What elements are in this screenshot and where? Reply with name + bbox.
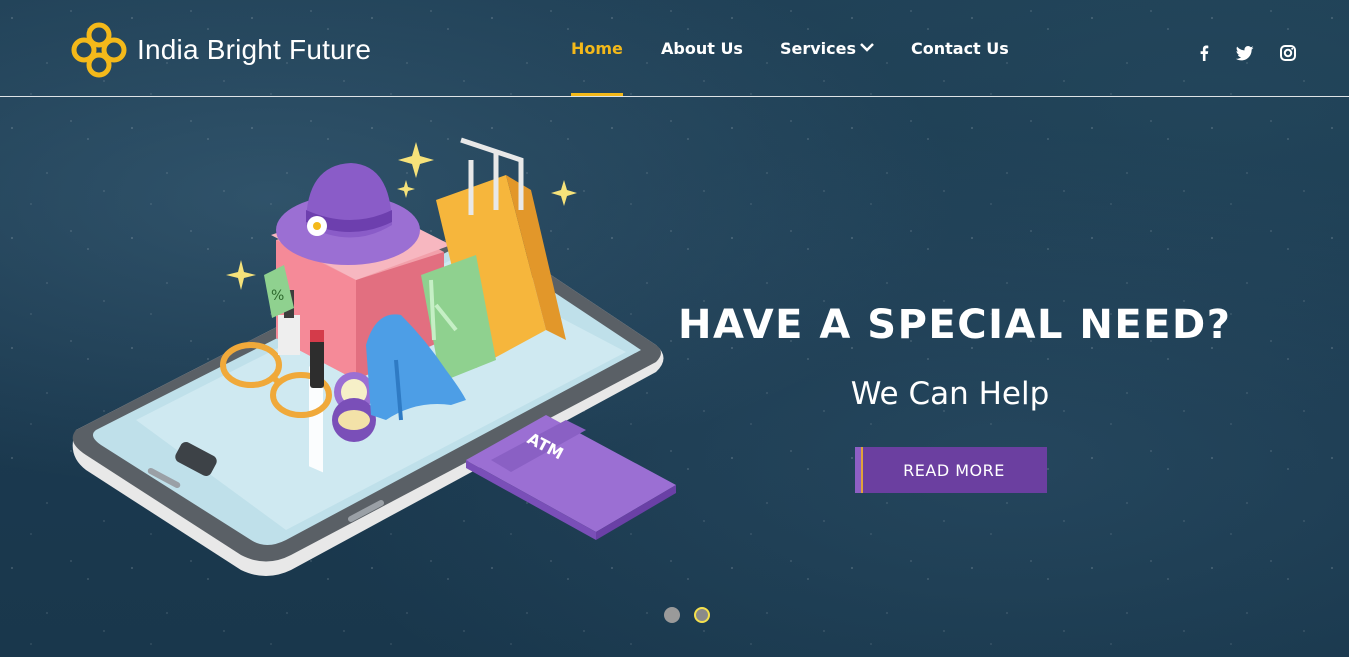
phone-shopping-illustration: % ATM [72, 137, 676, 577]
chevron-down-icon [860, 40, 874, 56]
hero-title: HAVE A SPECIAL NEED? [678, 302, 1232, 348]
twitter-icon[interactable] [1236, 44, 1254, 62]
nav-services-label: Services [779, 38, 856, 58]
slider-pagination [664, 607, 724, 623]
nav-services[interactable]: Services [780, 0, 874, 96]
slider-dot-1[interactable] [664, 607, 680, 623]
tag-percent-text: % [271, 288, 284, 304]
facebook-icon[interactable] [1196, 44, 1212, 62]
main-nav: Home About Us Services Contact Us [571, 0, 1009, 96]
social-links [1196, 44, 1297, 62]
logo[interactable]: India Bright Future [67, 18, 371, 82]
purple-hat-illustration [276, 163, 420, 265]
hero-subtitle: We Can Help [850, 376, 1050, 412]
nav-contact[interactable]: Contact Us [911, 0, 1009, 96]
read-more-button[interactable]: READ MORE [855, 447, 1047, 493]
nav-home[interactable]: Home [571, 0, 623, 96]
instagram-icon[interactable] [1279, 44, 1297, 62]
nav-about[interactable]: About Us [661, 0, 743, 96]
nav-home-label: Home [571, 38, 623, 58]
slider-dot-2[interactable] [694, 607, 710, 623]
brand-name: India Bright Future [137, 34, 372, 65]
logo-knot-icon [71, 22, 127, 78]
nav-contact-label: Contact Us [911, 38, 1009, 58]
nav-about-label: About Us [661, 38, 743, 58]
site-header: India Bright Future Home About Us Servic… [0, 0, 1349, 97]
